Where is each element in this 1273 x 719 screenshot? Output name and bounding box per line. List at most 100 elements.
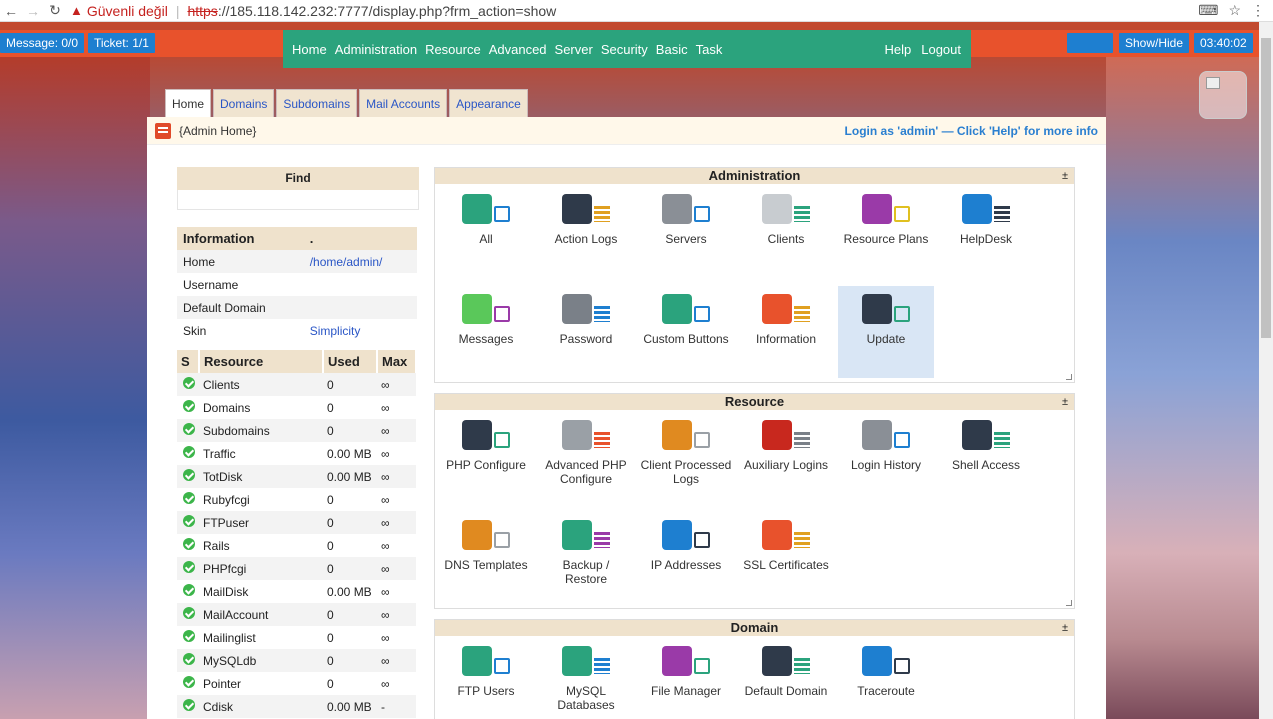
tile-label: Client Processed Logs	[640, 458, 732, 486]
resource-max: ∞	[377, 603, 416, 626]
resource-name: Traffic	[203, 446, 236, 461]
tab-home[interactable]: Home	[165, 89, 212, 118]
tile-resource-plans[interactable]: Resource Plans	[838, 186, 934, 278]
badge-icon	[694, 306, 710, 322]
tile-ftp-users[interactable]: FTP Users	[438, 638, 534, 719]
menu-item-security[interactable]: Security	[601, 42, 648, 57]
tile-password[interactable]: Password	[538, 286, 634, 378]
login-history-icon	[862, 418, 910, 454]
forward-icon[interactable]: →	[22, 0, 44, 22]
menu-item-home[interactable]: Home	[292, 42, 327, 57]
tile-php-configure[interactable]: PHP Configure	[438, 412, 534, 504]
broken-image-icon	[1199, 71, 1247, 119]
badge-icon	[594, 206, 610, 222]
show-hide-button[interactable]: Show/Hide	[1119, 33, 1190, 53]
menu-item-server[interactable]: Server	[555, 42, 593, 57]
help-link[interactable]: Help	[884, 42, 911, 57]
menu-item-resource[interactable]: Resource	[425, 42, 481, 57]
info-value-link[interactable]: /home/admin/	[310, 255, 383, 269]
address-separator: |	[175, 2, 180, 19]
resource-table: S Resource Used Max Clients 0 ∞ Domains 0 ∞ Su…	[177, 350, 417, 718]
blank-button[interactable]	[1067, 33, 1113, 53]
tile-label: Default Domain	[744, 684, 828, 698]
badge-icon	[894, 432, 910, 448]
tile-mysql-databases[interactable]: MySQL Databases	[538, 638, 634, 719]
tile-custom-buttons[interactable]: Custom Buttons	[638, 286, 734, 378]
menu-item-advanced[interactable]: Advanced	[489, 42, 547, 57]
ticket-counter[interactable]: Ticket: 1/1	[88, 33, 155, 53]
shell-access-icon	[962, 418, 1010, 454]
resource-used: 0	[327, 630, 334, 645]
tile-servers[interactable]: Servers	[638, 186, 734, 278]
url-text: ://185.118.142.232:7777/display.php?frm_…	[217, 2, 557, 19]
tab-mail-accounts[interactable]: Mail Accounts	[359, 89, 448, 117]
back-icon[interactable]: ←	[0, 0, 22, 22]
status-ok-icon	[183, 538, 195, 550]
tab-appearance[interactable]: Appearance	[449, 89, 528, 117]
tile-shell-access[interactable]: Shell Access	[938, 412, 1034, 504]
tile-helpdesk[interactable]: HelpDesk	[938, 186, 1034, 278]
tile-label: Messages	[458, 332, 514, 346]
users-glyph	[462, 194, 492, 224]
tab-domains[interactable]: Domains	[213, 89, 275, 117]
file-manager-glyph	[662, 646, 692, 676]
menu-item-task[interactable]: Task	[696, 42, 723, 57]
resource-status	[177, 442, 199, 465]
badge-icon	[494, 658, 510, 674]
message-counter[interactable]: Message: 0/0	[0, 33, 85, 53]
tile-login-history[interactable]: Login History	[838, 412, 934, 504]
tile-clients[interactable]: Clients	[738, 186, 834, 278]
badge-icon	[494, 432, 510, 448]
reload-icon[interactable]: ↻	[44, 0, 66, 22]
section-toggle-icon[interactable]: ±	[1062, 620, 1068, 636]
resource-max: ∞	[377, 557, 416, 580]
tile-auxiliary-logins[interactable]: Auxiliary Logins	[738, 412, 834, 504]
tile-file-manager[interactable]: File Manager	[638, 638, 734, 719]
menu-item-administration[interactable]: Administration	[335, 42, 417, 57]
tile-backup-restore[interactable]: Backup / Restore	[538, 512, 634, 604]
resize-handle[interactable]	[1066, 600, 1072, 606]
info-value-link[interactable]: Simplicity	[310, 324, 361, 338]
tile-traceroute[interactable]: Traceroute	[838, 638, 934, 719]
dns-templates-icon	[462, 518, 510, 554]
bookmark-star-icon[interactable]: ☆	[1228, 2, 1241, 19]
tile-ip-addresses[interactable]: IP Addresses	[638, 512, 734, 604]
resource-status	[177, 672, 199, 695]
dns-templates-glyph	[462, 520, 492, 550]
tab-subdomains[interactable]: Subdomains	[276, 89, 358, 117]
tile-update[interactable]: Update	[838, 286, 934, 378]
logout-link[interactable]: Logout	[921, 42, 961, 57]
resource-name: Mailinglist	[203, 630, 256, 645]
ftp-users-icon	[462, 644, 510, 680]
tile-dns-templates[interactable]: DNS Templates	[438, 512, 534, 604]
address-bar[interactable]: ▲ Güvenli değil | https://185.118.142.23…	[70, 0, 556, 22]
tile-messages[interactable]: Messages	[438, 286, 534, 378]
browser-menu-icon[interactable]: ⋮	[1251, 2, 1265, 19]
tile-ssl-certificates[interactable]: SSL Certificates	[738, 512, 834, 604]
resize-handle[interactable]	[1066, 374, 1072, 380]
section-toggle-icon[interactable]: ±	[1062, 168, 1068, 184]
find-input[interactable]	[177, 190, 419, 210]
tile-client-processed-logs[interactable]: Client Processed Logs	[638, 412, 734, 504]
resource-name: MySQLdb	[199, 649, 323, 672]
scrollbar-thumb[interactable]	[1261, 38, 1271, 338]
resource-used: 0	[327, 538, 334, 553]
tile-default-domain[interactable]: Default Domain	[738, 638, 834, 719]
status-ok-icon	[183, 400, 195, 412]
resource-max: ∞	[377, 511, 416, 534]
find-title: Find	[177, 167, 419, 190]
section-toggle-icon[interactable]: ±	[1062, 394, 1068, 410]
translate-icon[interactable]: ⌨	[1198, 2, 1218, 19]
tile-information[interactable]: Information	[738, 286, 834, 378]
resource-used: 0	[323, 373, 377, 396]
menu-item-basic[interactable]: Basic	[656, 42, 688, 57]
resource-max: ∞	[381, 630, 390, 645]
information-glyph	[762, 294, 792, 324]
tile-all[interactable]: All	[438, 186, 534, 278]
page-scrollbar[interactable]	[1259, 22, 1273, 719]
resource-used: 0.00 MB	[323, 465, 377, 488]
resource-row: PHPfcgi 0 ∞	[177, 557, 416, 580]
tile-action-logs[interactable]: Action Logs	[538, 186, 634, 278]
resource-row: Clients 0 ∞	[177, 373, 416, 396]
tile-advanced-php-configure[interactable]: Advanced PHP Configure	[538, 412, 634, 504]
